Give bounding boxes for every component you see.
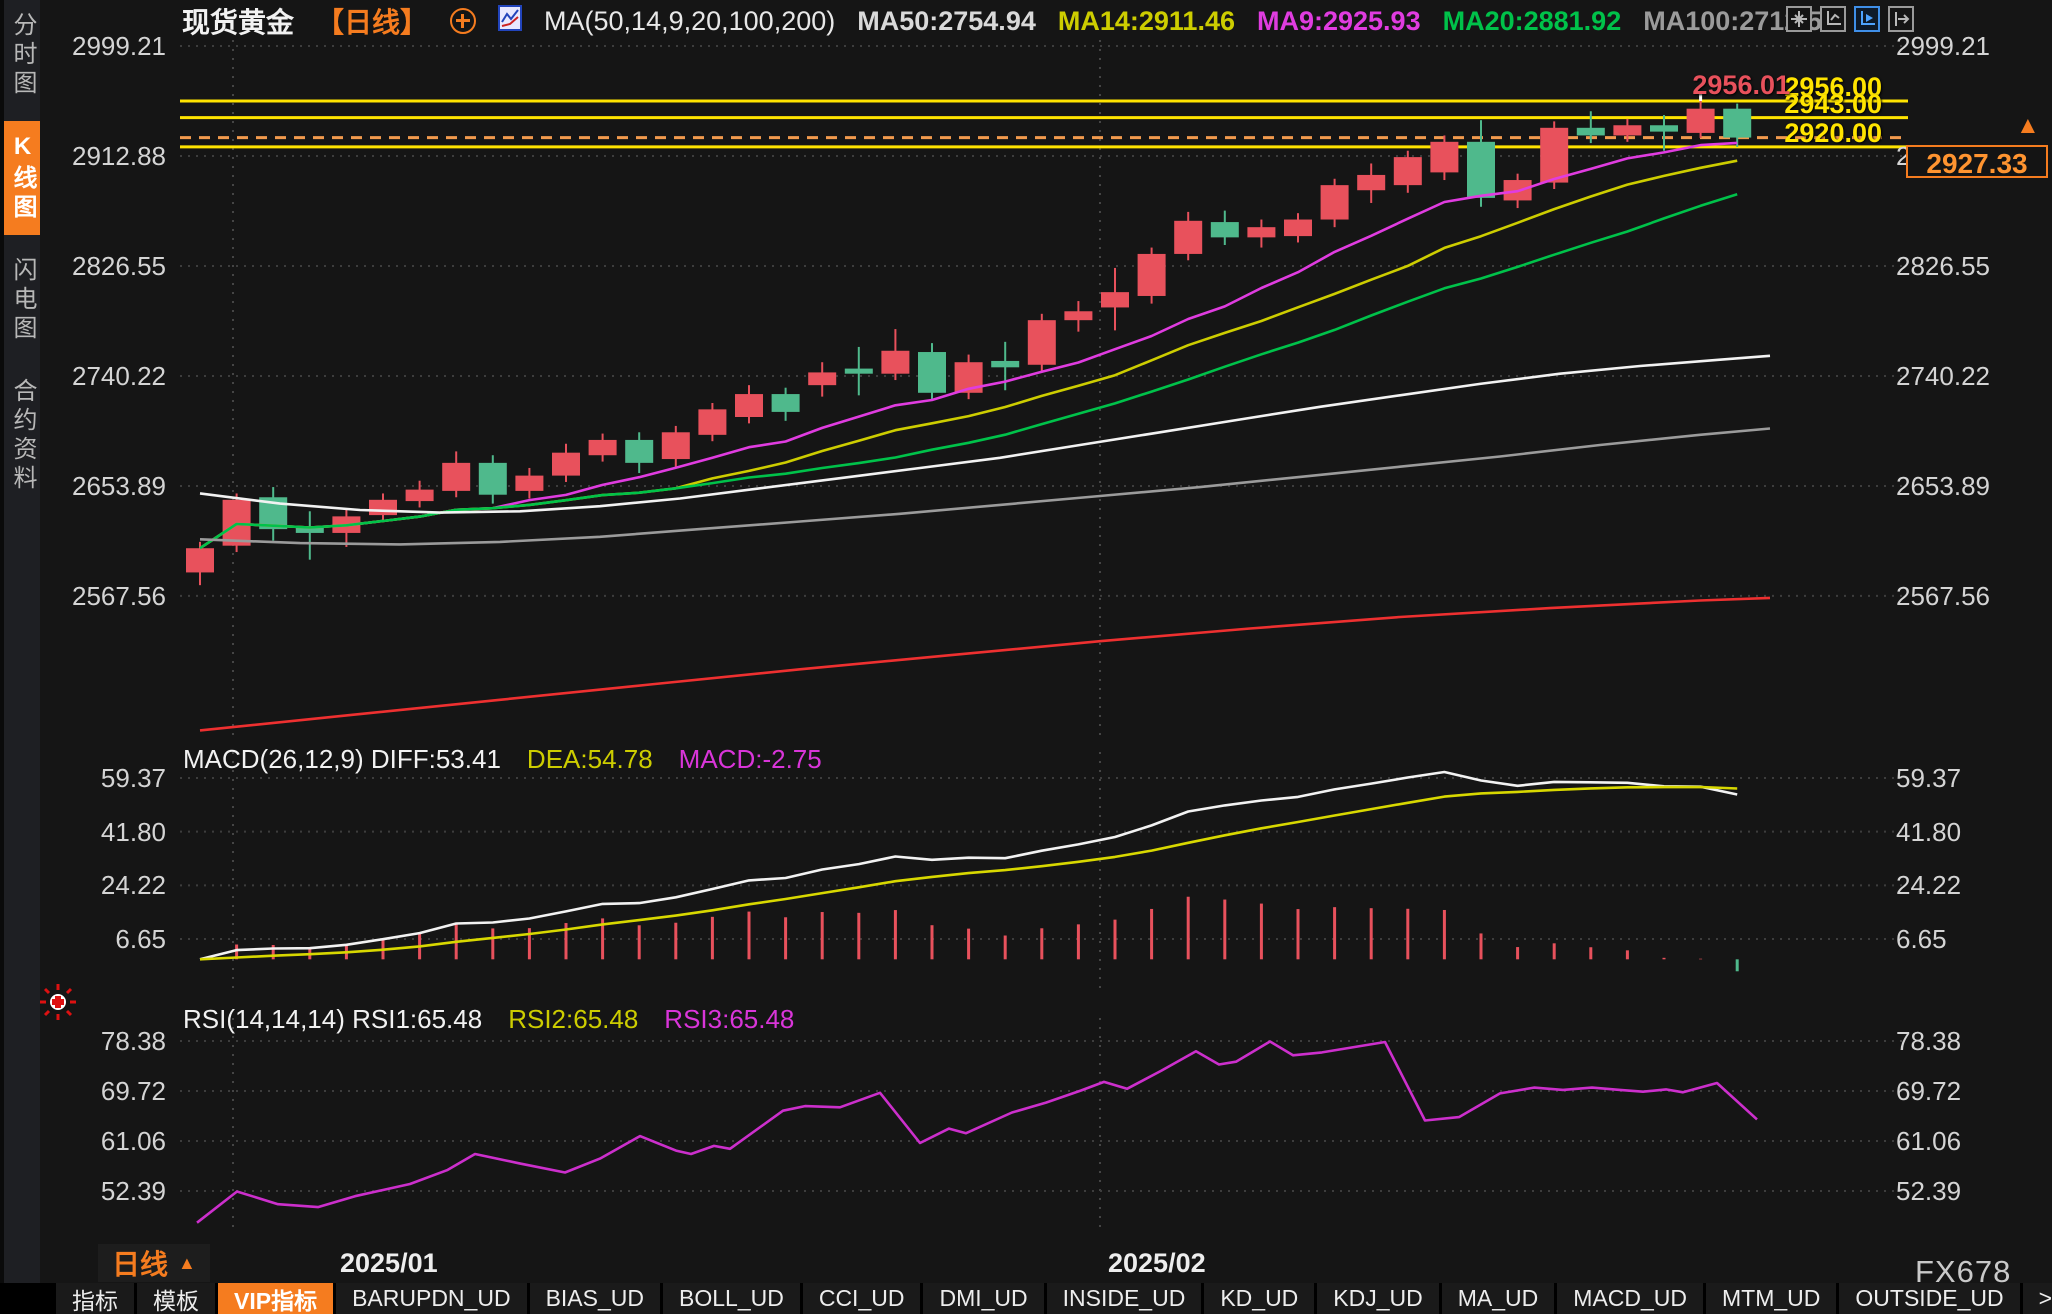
chart-header: 现货黄金 【日线】 MA(50,14,9,20,100,200) MA50:27… <box>182 4 1903 38</box>
macd-tick-right: 59.37 <box>1896 764 2046 792</box>
sidebar-item-1[interactable]: K线图 <box>4 121 40 235</box>
crosshair-target-icon[interactable] <box>450 8 476 34</box>
macd-macd-value: MACD:-2.75 <box>679 744 822 775</box>
shift-right-icon[interactable] <box>1888 6 1914 32</box>
price-tick-right: 2740.22 <box>1896 362 2046 390</box>
macd-tick-left: 24.22 <box>40 871 166 899</box>
indicator-tab-5[interactable]: BOLL_UD <box>663 1283 800 1314</box>
price-tick-left: 2826.55 <box>40 252 166 280</box>
ma-value-1: MA14:2911.46 <box>1058 6 1235 36</box>
price-tick-left: 2912.88 <box>40 142 166 170</box>
ma-value-3: MA20:2881.92 <box>1443 6 1622 36</box>
date-label: 2025/01 <box>340 1248 438 1279</box>
indicator-tab-3[interactable]: BARUPDN_UD <box>336 1283 526 1314</box>
price-tick-left: 2740.22 <box>40 362 166 390</box>
axis-scale-icon[interactable] <box>1820 6 1846 32</box>
ma-value-2: MA9:2925.93 <box>1257 6 1421 36</box>
app-window: 分时图 K线图闪电图合约资料 现货黄金 【日线】 MA(50,14,9,20,10… <box>0 0 2052 1314</box>
sidebar-item-2[interactable]: 闪电图 <box>4 245 40 356</box>
rsi-tick-right: 69.72 <box>1896 1077 2046 1105</box>
indicator-tab-2[interactable]: VIP指标 <box>218 1283 333 1314</box>
price-tick-right: 2567.56 <box>1896 582 2046 610</box>
macd-title: MACD(26,12,9) DIFF:53.41 <box>183 744 501 775</box>
macd-legend: MACD(26,12,9) DIFF:53.41 DEA:54.78 MACD:… <box>183 744 822 775</box>
macd-tick-right: 6.65 <box>1896 925 2046 953</box>
indicator-tab-11[interactable]: MA_UD <box>1442 1283 1555 1314</box>
ma-settings-label: MA(50,14,9,20,100,200) <box>544 6 835 37</box>
ma-value-0: MA50:2754.94 <box>857 6 1036 36</box>
sidebar-item-0[interactable]: 分时图 <box>4 0 40 111</box>
left-sidebar: 分时图 K线图闪电图合约资料 <box>0 0 40 1314</box>
indicator-tab-1[interactable]: 模板 <box>137 1283 215 1314</box>
price-tick-left: 2999.21 <box>40 32 166 60</box>
indicator-tab-10[interactable]: KDJ_UD <box>1317 1283 1438 1314</box>
ma-values-row: MA50:2754.94 MA14:2911.46 MA9:2925.93 MA20:… <box>857 6 1903 37</box>
rsi2-value: RSI2:65.48 <box>508 1004 638 1035</box>
macd-tick-left: 59.37 <box>40 764 166 792</box>
rsi-tick-left: 78.38 <box>40 1027 166 1055</box>
indicator-tab-15[interactable]: >> <box>2023 1283 2052 1314</box>
rsi-tick-right: 52.39 <box>1896 1177 2046 1205</box>
symbol-title: 现货黄金 <box>182 1 294 41</box>
mini-chart-icon <box>498 5 522 38</box>
macd-tick-right: 24.22 <box>1896 871 2046 899</box>
price-tick-left: 2567.56 <box>40 582 166 610</box>
period-selector-label: 日线 <box>112 1243 168 1283</box>
price-tick-right: 2826.55 <box>1896 252 2046 280</box>
indicator-tab-14[interactable]: OUTSIDE_UD <box>1839 1283 2019 1314</box>
macd-tick-left: 6.65 <box>40 925 166 953</box>
rsi-tick-left: 69.72 <box>40 1077 166 1105</box>
rsi-tick-left: 61.06 <box>40 1127 166 1155</box>
session-high-label: 2956.01 <box>1620 70 1790 101</box>
period-up-arrow-icon: ▲ <box>178 1253 196 1274</box>
alert-line-label: 2920.00 <box>1706 118 1882 149</box>
rsi-legend: RSI(14,14,14) RSI1:65.48 RSI2:65.48 RSI3… <box>183 1004 794 1035</box>
rsi-tick-right: 78.38 <box>1896 1027 2046 1055</box>
period-selector[interactable]: 日线 ▲ <box>98 1244 210 1282</box>
sidebar-item-3[interactable]: 合约资料 <box>4 366 40 506</box>
current-price-tag: 2927.33 <box>1906 145 2048 178</box>
indicator-tab-8[interactable]: INSIDE_UD <box>1047 1283 1202 1314</box>
indicator-tab-bar: 指标模板VIP指标BARUPDN_UDBIAS_UDBOLL_UDCCI_UDD… <box>0 1283 2052 1314</box>
indicator-tab-9[interactable]: KD_UD <box>1204 1283 1314 1314</box>
price-up-arrow-icon: ▲ <box>2016 114 2040 138</box>
price-tick-right: 2999.21 <box>1896 32 2046 60</box>
period-tag: 【日线】 <box>316 1 428 41</box>
macd-tick-left: 41.80 <box>40 818 166 846</box>
indicator-tab-6[interactable]: CCI_UD <box>803 1283 921 1314</box>
macd-tick-right: 41.80 <box>1896 818 2046 846</box>
indicator-tab-12[interactable]: MACD_UD <box>1557 1283 1703 1314</box>
date-label: 2025/02 <box>1108 1248 1206 1279</box>
price-tick-left: 2653.89 <box>40 472 166 500</box>
macd-dea-value: DEA:54.78 <box>527 744 653 775</box>
rsi3-value: RSI3:65.48 <box>664 1004 794 1035</box>
chart-toolbar <box>1786 6 1914 32</box>
rsi-title: RSI(14,14,14) RSI1:65.48 <box>183 1004 482 1035</box>
indicator-tab-7[interactable]: DMI_UD <box>923 1283 1043 1314</box>
pan-icon[interactable] <box>1786 6 1812 32</box>
auto-fit-icon[interactable] <box>1854 6 1880 32</box>
live-blink-icon <box>38 982 78 1027</box>
rsi-tick-left: 52.39 <box>40 1177 166 1205</box>
indicator-tab-4[interactable]: BIAS_UD <box>530 1283 660 1314</box>
indicator-tab-0[interactable]: 指标 <box>56 1283 134 1314</box>
rsi-tick-right: 61.06 <box>1896 1127 2046 1155</box>
price-tick-right: 2653.89 <box>1896 472 2046 500</box>
indicator-tab-13[interactable]: MTM_UD <box>1706 1283 1836 1314</box>
chart-canvas[interactable] <box>0 0 2052 1314</box>
